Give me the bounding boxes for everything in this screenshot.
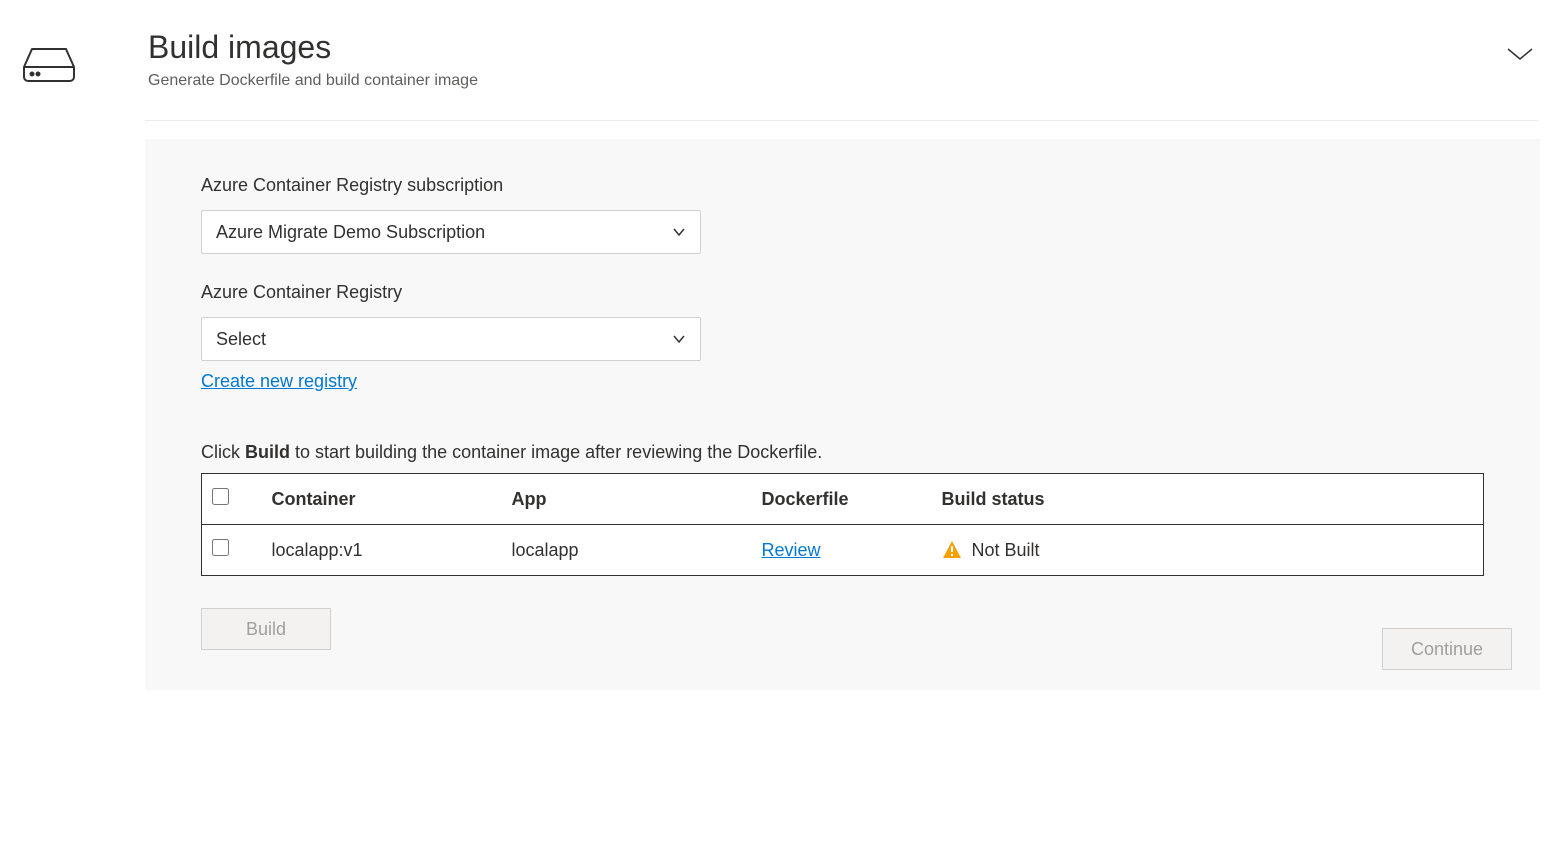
cell-app: localapp bbox=[502, 525, 752, 576]
collapse-toggle[interactable] bbox=[1500, 36, 1540, 76]
row-select-cell bbox=[202, 525, 262, 576]
cell-dockerfile: Review bbox=[752, 525, 932, 576]
instruction-suffix: to start building the container image af… bbox=[290, 442, 822, 462]
continue-button[interactable]: Continue bbox=[1382, 628, 1512, 670]
header-dockerfile: Dockerfile bbox=[752, 474, 932, 525]
warning-icon bbox=[942, 540, 962, 560]
chevron-down-icon bbox=[672, 332, 686, 346]
table-header-row: Container App Dockerfile Build status bbox=[202, 474, 1484, 525]
chevron-down-icon bbox=[1506, 46, 1534, 67]
registry-select[interactable]: Select bbox=[201, 317, 701, 361]
subscription-field: Azure Container Registry subscription Az… bbox=[201, 175, 1484, 254]
table-row: localapp:v1 localapp Review bbox=[202, 525, 1484, 576]
registry-label: Azure Container Registry bbox=[201, 282, 1484, 303]
cell-status: Not Built bbox=[932, 525, 1484, 576]
review-link[interactable]: Review bbox=[762, 540, 821, 560]
status-text: Not Built bbox=[972, 540, 1040, 561]
header-container: Container bbox=[262, 474, 502, 525]
divider bbox=[145, 120, 1538, 121]
disk-icon bbox=[20, 36, 78, 94]
registry-field: Azure Container Registry Select Create n… bbox=[201, 282, 1484, 392]
chevron-down-icon bbox=[672, 225, 686, 239]
select-all-cell bbox=[202, 474, 262, 525]
page-title: Build images bbox=[148, 28, 1500, 66]
containers-table: Container App Dockerfile Build status lo… bbox=[201, 473, 1484, 576]
header-app: App bbox=[502, 474, 752, 525]
page-subtitle: Generate Dockerfile and build container … bbox=[148, 72, 1500, 90]
row-checkbox[interactable] bbox=[212, 539, 229, 556]
build-button[interactable]: Build bbox=[201, 608, 331, 650]
subscription-label: Azure Container Registry subscription bbox=[201, 175, 1484, 196]
subscription-value: Azure Migrate Demo Subscription bbox=[216, 222, 485, 243]
build-instruction: Click Build to start building the contai… bbox=[201, 442, 1484, 463]
header: Build images Generate Dockerfile and bui… bbox=[0, 0, 1568, 110]
header-status: Build status bbox=[932, 474, 1484, 525]
instruction-bold: Build bbox=[245, 442, 290, 462]
select-all-checkbox[interactable] bbox=[212, 488, 229, 505]
cell-container: localapp:v1 bbox=[262, 525, 502, 576]
content-panel: Azure Container Registry subscription Az… bbox=[145, 139, 1540, 690]
subscription-select[interactable]: Azure Migrate Demo Subscription bbox=[201, 210, 701, 254]
instruction-prefix: Click bbox=[201, 442, 245, 462]
create-registry-link[interactable]: Create new registry bbox=[201, 371, 357, 392]
header-text: Build images Generate Dockerfile and bui… bbox=[148, 28, 1500, 90]
registry-value: Select bbox=[216, 329, 266, 350]
